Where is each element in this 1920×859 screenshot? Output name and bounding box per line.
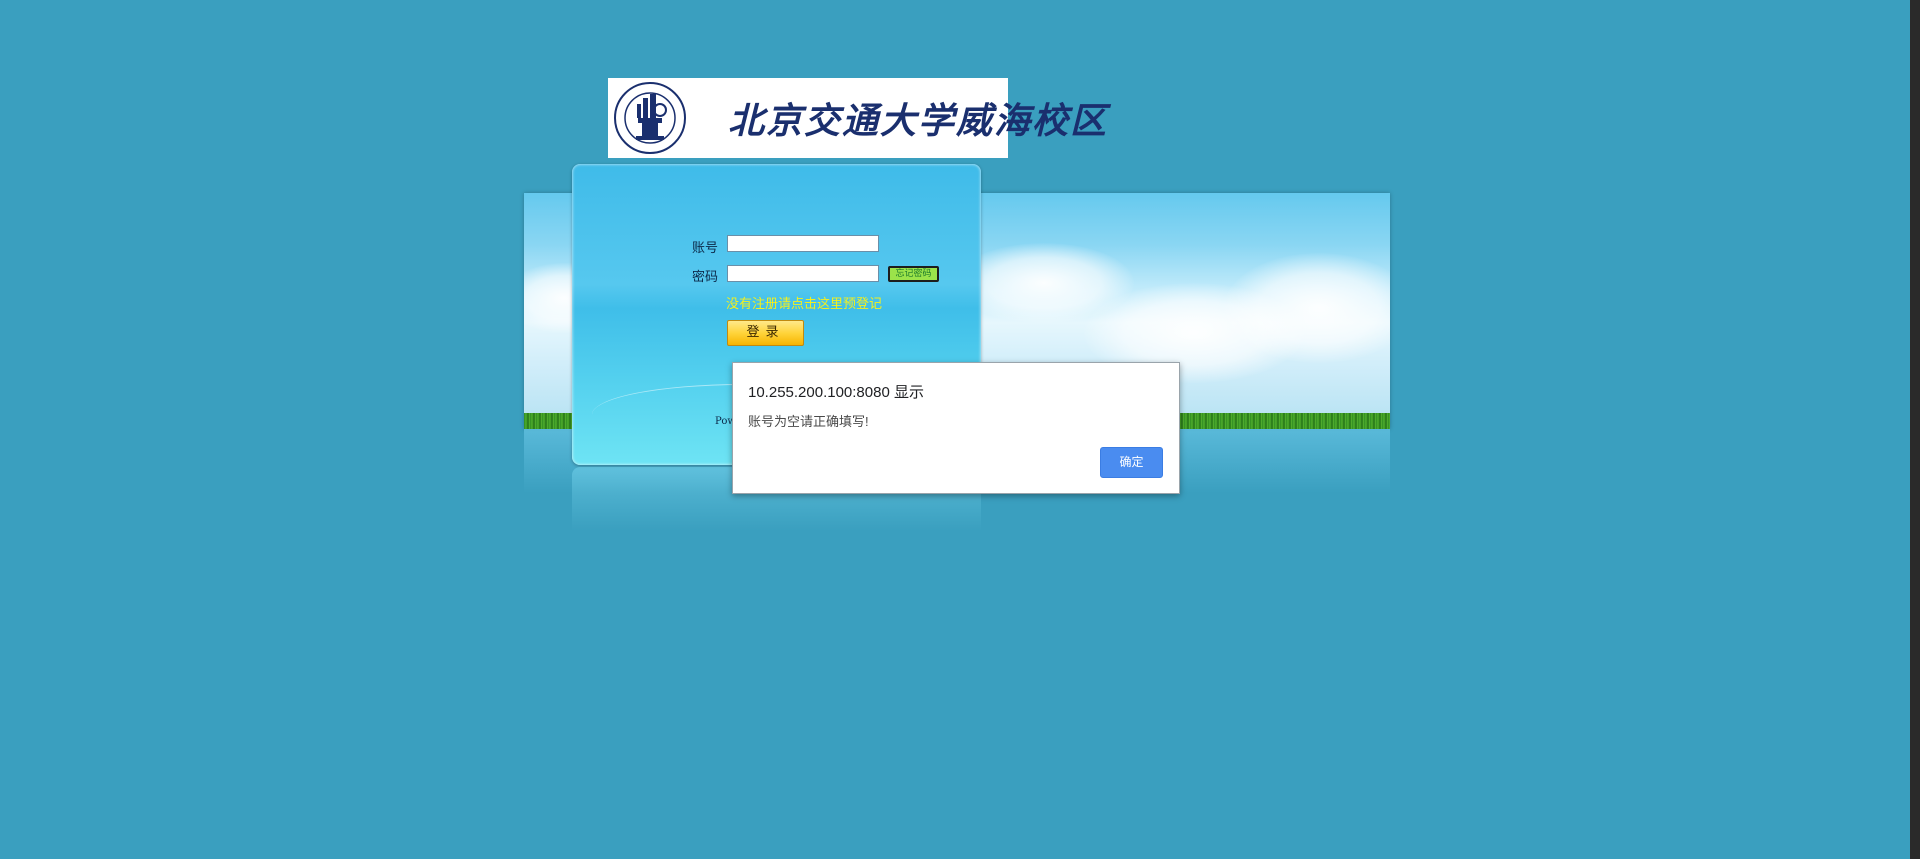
alert-dialog: 10.255.200.100:8080 显示 账号为空请正确填写! 确定 [732,362,1180,494]
alert-message: 账号为空请正确填写! [748,414,869,429]
account-label: 账号 [692,241,719,256]
forgot-password-button[interactable]: 忘记密码 [888,266,939,282]
alert-title: 10.255.200.100:8080 显示 [748,384,924,401]
login-button[interactable]: 登录 [727,320,804,346]
password-input[interactable] [727,265,879,282]
university-seal-icon [614,82,686,154]
register-link[interactable]: 没有注册请点击这里预登记 [726,293,882,312]
account-input[interactable] [727,235,879,252]
login-page: 北京交通大学威海校区 账号 密码 忘记密码 没有注册请点击这里预登记 登录 Po… [0,0,1920,859]
university-name-script: 北京交通大学威海校区 [728,100,1109,142]
password-label: 密码 [692,270,719,285]
university-logo-banner: 北京交通大学威海校区 [608,78,1106,158]
window-edge [1910,0,1920,859]
alert-ok-button[interactable]: 确定 [1100,447,1163,478]
